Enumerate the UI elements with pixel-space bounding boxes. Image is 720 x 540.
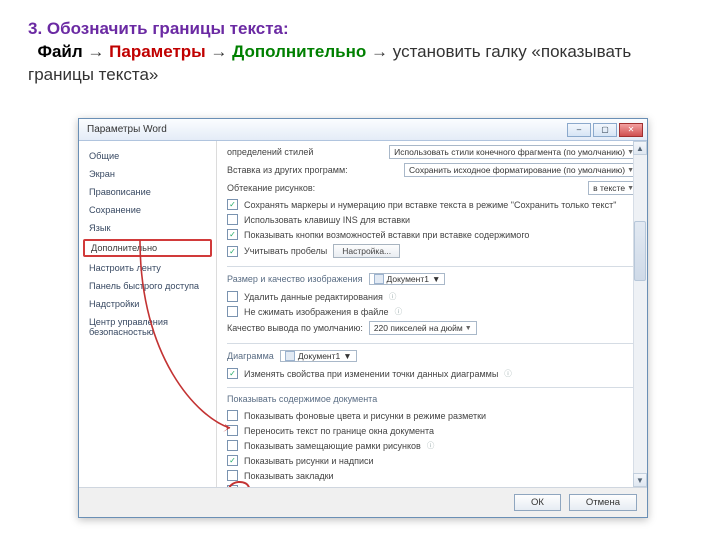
show-paste-label: Показывать кнопки возможностей вставки п… xyxy=(244,230,529,240)
document-icon xyxy=(285,351,295,361)
path-advanced: Дополнительно xyxy=(232,42,366,61)
use-ins-label: Использовать клавишу INS для вставки xyxy=(244,215,410,225)
titlebar: Параметры Word – ▢ ✕ xyxy=(79,119,647,141)
chart-doc-select[interactable]: Документ1▼ xyxy=(280,350,357,362)
scroll-down-icon[interactable]: ▼ xyxy=(633,473,647,487)
scroll-thumb[interactable] xyxy=(634,221,646,281)
del-edit-label: Удалить данные редактирования xyxy=(244,292,383,302)
maximize-button[interactable]: ▢ xyxy=(593,123,617,137)
arrow-icon: → xyxy=(371,42,388,61)
paste-other-label: Вставка из других программ: xyxy=(227,165,348,175)
minimize-button[interactable]: – xyxy=(567,123,591,137)
sidebar-item-save[interactable]: Сохранение xyxy=(79,201,216,219)
quality-select[interactable]: 220 пикселей на дюйм▼ xyxy=(369,321,477,335)
path-parameters: Параметры xyxy=(109,42,206,61)
smart-checkbox[interactable] xyxy=(227,246,238,257)
scrollbar[interactable]: ▲ ▼ xyxy=(633,141,647,487)
paste-other-select[interactable]: Сохранить исходное форматирование (по ум… xyxy=(404,163,639,177)
quality-label: Качество вывода по умолчанию: xyxy=(227,323,363,333)
arrow-icon: → xyxy=(87,42,104,61)
no-compress-checkbox[interactable] xyxy=(227,306,238,317)
keep-markers-checkbox[interactable] xyxy=(227,199,238,210)
chart-props-label: Изменять свойства при изменении точки да… xyxy=(244,369,498,379)
wrapwin-label: Переносить текст по границе окна докумен… xyxy=(244,426,434,436)
use-ins-checkbox[interactable] xyxy=(227,214,238,225)
path-file: Файл xyxy=(37,42,82,61)
section-show-content: Показывать содержимое документа xyxy=(227,387,639,406)
word-options-dialog: Параметры Word – ▢ ✕ Общие Экран Правопи… xyxy=(78,118,648,518)
dialog-footer: ОК Отмена xyxy=(79,487,647,517)
section-image: Размер и качество изображения Документ1▼ xyxy=(227,266,639,287)
instruction-block: 3. Обозначить границы текста: Файл → Пар… xyxy=(0,0,720,93)
sidebar-item-trust[interactable]: Центр управления безопасностью xyxy=(79,313,216,341)
chevron-down-icon: ▼ xyxy=(432,274,440,284)
document-icon xyxy=(374,274,384,284)
wrap-label: Обтекание рисунков: xyxy=(227,183,315,193)
wrap-select[interactable]: в тексте▼ xyxy=(588,181,639,195)
smart-label: Учитывать пробелы xyxy=(244,246,327,256)
sidebar-item-qat[interactable]: Панель быстрого доступа xyxy=(79,277,216,295)
drawings-label: Показывать рисунки и надписи xyxy=(244,456,374,466)
dialog-title: Параметры Word xyxy=(87,124,565,135)
section-image-header: Размер и качество изображения xyxy=(227,274,363,284)
section-chart-header: Диаграмма xyxy=(227,351,274,361)
wrapwin-checkbox[interactable] xyxy=(227,425,238,436)
info-icon: ⓘ xyxy=(504,368,512,379)
info-icon: ⓘ xyxy=(395,306,403,317)
chevron-down-icon: ▼ xyxy=(465,325,472,332)
bg-checkbox[interactable] xyxy=(227,410,238,421)
arrow-icon: → xyxy=(210,42,227,61)
bg-label: Показывать фоновые цвета и рисунки в реж… xyxy=(244,411,486,421)
show-paste-checkbox[interactable] xyxy=(227,229,238,240)
content-pane: определений стилей Использовать стили ко… xyxy=(217,141,647,487)
sidebar-item-ribbon[interactable]: Настроить ленту xyxy=(79,259,216,277)
bookmarks-label: Показывать закладки xyxy=(244,471,334,481)
sidebar-item-proofing[interactable]: Правописание xyxy=(79,183,216,201)
image-doc-select[interactable]: Документ1▼ xyxy=(369,273,446,285)
drawings-checkbox[interactable] xyxy=(227,455,238,466)
cancel-button[interactable]: Отмена xyxy=(569,494,637,511)
sidebar-item-language[interactable]: Язык xyxy=(79,219,216,237)
settings-button[interactable]: Настройка... xyxy=(333,244,400,258)
ok-button[interactable]: ОК xyxy=(514,494,561,511)
boundaries-label: Показывать границы текста xyxy=(244,486,360,488)
section-chart: Диаграмма Документ1▼ xyxy=(227,343,639,364)
sidebar: Общие Экран Правописание Сохранение Язык… xyxy=(79,141,217,487)
sidebar-item-addins[interactable]: Надстройки xyxy=(79,295,216,313)
styledef-select[interactable]: Использовать стили конечного фрагмента (… xyxy=(389,145,639,159)
chart-props-checkbox[interactable] xyxy=(227,368,238,379)
instruction-title: 3. Обозначить границы текста: xyxy=(28,19,289,38)
bookmarks-checkbox[interactable] xyxy=(227,470,238,481)
placeholders-checkbox[interactable] xyxy=(227,440,238,451)
sidebar-item-advanced[interactable]: Дополнительно xyxy=(83,239,212,257)
keep-markers-label: Сохранять маркеры и нумерацию при вставк… xyxy=(244,200,616,210)
close-button[interactable]: ✕ xyxy=(619,123,643,137)
section-show-header: Показывать содержимое документа xyxy=(227,394,377,404)
info-icon: ⓘ xyxy=(427,440,435,451)
no-compress-label: Не сжимать изображения в файле xyxy=(244,307,389,317)
sidebar-item-general[interactable]: Общие xyxy=(79,147,216,165)
placeholders-label: Показывать замещающие рамки рисунков xyxy=(244,441,421,451)
chevron-down-icon: ▼ xyxy=(343,351,351,361)
styledef-label: определений стилей xyxy=(227,147,313,157)
del-edit-checkbox[interactable] xyxy=(227,291,238,302)
sidebar-item-display[interactable]: Экран xyxy=(79,165,216,183)
scroll-up-icon[interactable]: ▲ xyxy=(633,141,647,155)
info-icon: ⓘ xyxy=(389,291,397,302)
